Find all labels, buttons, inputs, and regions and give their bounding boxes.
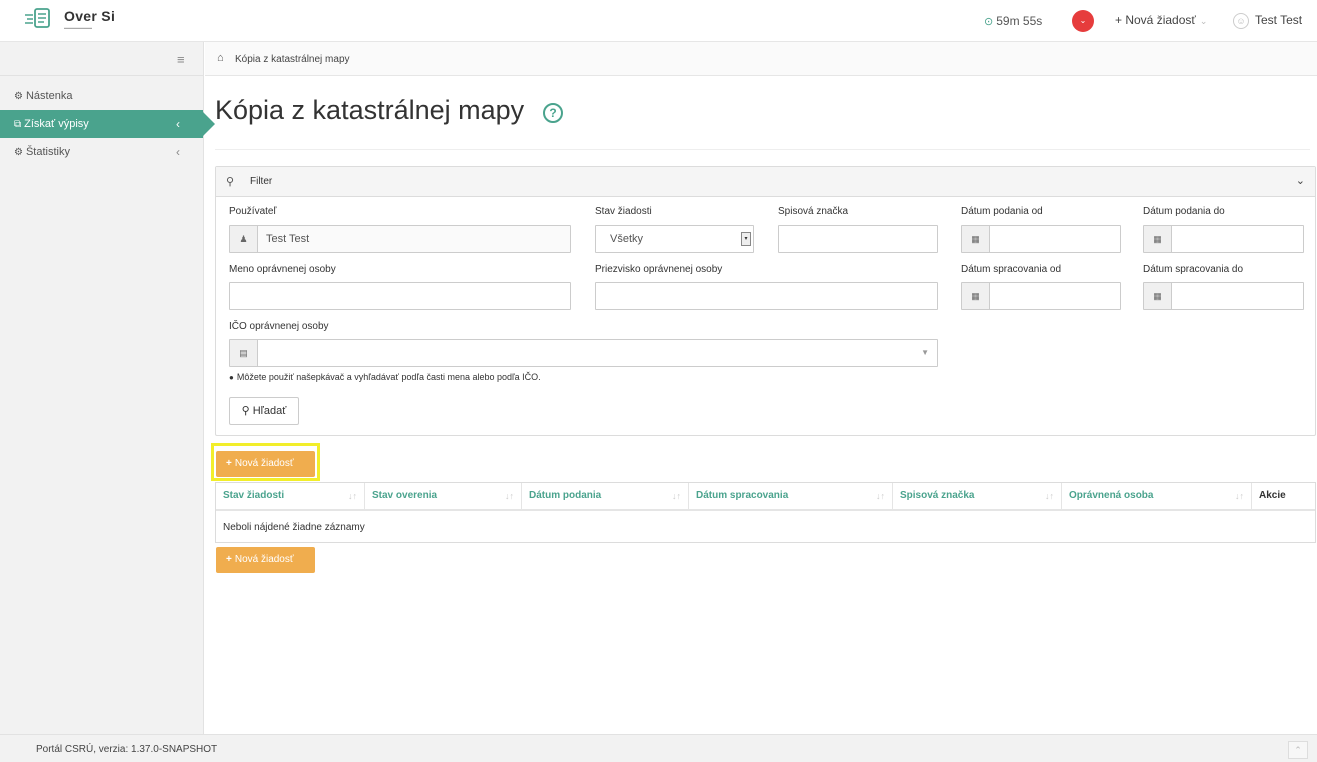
processed-from-input[interactable]: ▦ [961, 282, 1121, 310]
chevron-left-icon: ‹ [176, 117, 180, 131]
sidebar-item-statistics[interactable]: ⚙ Štatistiky ‹ [0, 138, 203, 166]
column-header-state[interactable]: Stav žiadosti ↓↑ [216, 483, 365, 511]
scroll-top-button[interactable]: ⌃ [1288, 741, 1308, 759]
column-header-verification[interactable]: Stav overenia ↓↑ [365, 483, 522, 511]
divider [215, 149, 1310, 150]
notifications-button[interactable]: ⌄ [1072, 10, 1094, 32]
user-icon: ♟ [230, 226, 258, 252]
column-header-actions: Akcie [1259, 490, 1286, 501]
page-title: Kópia z katastrálnej mapy [215, 95, 525, 125]
person-name-label: Meno oprávnenej osoby [229, 264, 336, 275]
clock-icon: ⊙ [984, 16, 994, 28]
user-menu[interactable]: ☺ Test Test [1233, 13, 1302, 29]
chevron-left-icon: ‹ [176, 145, 180, 159]
processed-from-label: Dátum spracovania od [961, 264, 1062, 275]
sidebar: ≡ ⚙ Nástenka ⧉ Získať výpisy ‹ ⚙ Štatistiky… [0, 42, 215, 734]
logo-icon [25, 8, 50, 28]
file-number-label: Spisová značka [778, 206, 849, 217]
person-name-input[interactable] [229, 282, 571, 310]
filter-title: Filter [250, 176, 273, 187]
sort-icon: ↓↑ [672, 491, 681, 501]
ico-combobox[interactable]: ▤ ▼ [229, 339, 938, 367]
top-navbar: Over Si ▬▬▬▬▬▬▬ ⊙ 59m 55s ⌄ + Nová žiados… [0, 0, 1317, 42]
sidebar-item-dashboard[interactable]: ⚙ Nástenka [0, 82, 203, 110]
chevron-down-icon: ⌄ [1199, 16, 1208, 26]
session-timer: ⊙ 59m 55s [984, 14, 1043, 28]
processed-to-label: Dátum spracovania do [1143, 264, 1244, 275]
calendar-icon: ▦ [1144, 226, 1172, 252]
file-number-input[interactable] [778, 225, 938, 253]
hint-text: ● Môžete použiť našepkávač a vyhľadávať p… [229, 372, 541, 382]
user-label: Používateľ [229, 206, 277, 217]
state-select[interactable]: Všetky ▾ [595, 225, 754, 253]
logo-tagline: ▬▬▬▬▬▬▬ [64, 25, 92, 30]
table-header: Stav žiadosti ↓↑ Stav overenia ↓↑ Dátum po… [216, 483, 1315, 511]
sort-icon: ↓↑ [876, 491, 885, 501]
help-icon[interactable]: ? [543, 103, 563, 123]
user-field[interactable]: ♟ Test Test [229, 225, 571, 253]
empty-table-message: Neboli nájdené žiadne záznamy [223, 522, 365, 533]
sort-icon: ↓↑ [1235, 491, 1244, 501]
calendar-icon: ▦ [962, 283, 990, 309]
calendar-icon: ▦ [1144, 283, 1172, 309]
info-icon: ● [229, 373, 234, 382]
select-arrow-icon: ▾ [741, 232, 751, 246]
column-header-processed[interactable]: Dátum spracovania ↓↑ [689, 483, 893, 511]
footer: Portál CSRÚ, verzia: 1.37.0-SNAPSHOT ⌃ [0, 734, 1317, 762]
chevron-up-icon: ⌃ [1294, 745, 1302, 755]
ico-label: IČO oprávnenej osoby [229, 321, 329, 332]
app-logo[interactable]: Over Si ▬▬▬▬▬▬▬ [24, 6, 115, 32]
dashboard-icon: ⚙ [14, 147, 23, 158]
sort-icon: ↓↑ [348, 491, 357, 501]
submitted-to-input[interactable]: ▦ [1143, 225, 1304, 253]
building-icon: ▤ [230, 340, 258, 366]
sort-icon: ↓↑ [505, 491, 514, 501]
processed-to-input[interactable]: ▦ [1143, 282, 1304, 310]
person-surname-input[interactable] [595, 282, 938, 310]
search-icon: ⚲ [241, 405, 250, 417]
search-button[interactable]: ⚲ Hľadať [229, 397, 299, 425]
requests-table: Stav žiadosti ↓↑ Stav overenia ↓↑ Dátum po… [215, 482, 1316, 543]
sort-icon: ↓↑ [1045, 491, 1054, 501]
submitted-from-label: Dátum podania od [961, 206, 1043, 217]
dashboard-icon: ⚙ [14, 91, 23, 102]
hamburger-icon[interactable]: ≡ [177, 52, 185, 67]
plus-icon: + [226, 554, 232, 565]
logo-title: Over Si [64, 8, 116, 24]
new-request-dropdown[interactable]: + Nová žiadosť ⌄ [1115, 13, 1207, 27]
person-surname-label: Priezvisko oprávnenej osoby [595, 264, 723, 275]
chevron-down-icon: ⌄ [1079, 16, 1087, 25]
sidebar-item-get-extracts[interactable]: ⧉ Získať výpisy ‹ [0, 110, 215, 138]
new-request-button[interactable]: + Nová žiadosť [216, 451, 315, 477]
new-request-button-bottom[interactable]: + Nová žiadosť [216, 547, 315, 573]
home-icon[interactable]: ⌂ [217, 52, 224, 64]
breadcrumb: ⌂ Kópia z katastrálnej mapy [205, 42, 1317, 76]
state-label: Stav žiadosti [595, 206, 652, 217]
search-icon: ⚲ [226, 176, 235, 188]
chevron-down-icon[interactable]: ⌄ [1296, 174, 1305, 187]
version-text: Portál CSRÚ, verzia: 1.37.0-SNAPSHOT [36, 744, 218, 755]
calendar-icon: ▦ [962, 226, 990, 252]
breadcrumb-current: Kópia z katastrálnej mapy [235, 54, 350, 65]
column-header-person[interactable]: Oprávnená osoba ↓↑ [1062, 483, 1252, 511]
plus-icon: + [226, 458, 232, 469]
sidebar-toggle-bar: ≡ [0, 42, 203, 76]
column-header-submitted[interactable]: Dátum podania ↓↑ [522, 483, 689, 511]
submitted-to-label: Dátum podania do [1143, 206, 1225, 217]
copy-icon: ⧉ [14, 119, 22, 130]
filter-header[interactable]: ⚲ Filter ⌄ [216, 167, 1315, 197]
submitted-from-input[interactable]: ▦ [961, 225, 1121, 253]
column-header-file-number[interactable]: Spisová značka ↓↑ [893, 483, 1062, 511]
dropdown-arrow-icon: ▼ [921, 348, 929, 357]
user-icon: ☺ [1233, 13, 1249, 29]
